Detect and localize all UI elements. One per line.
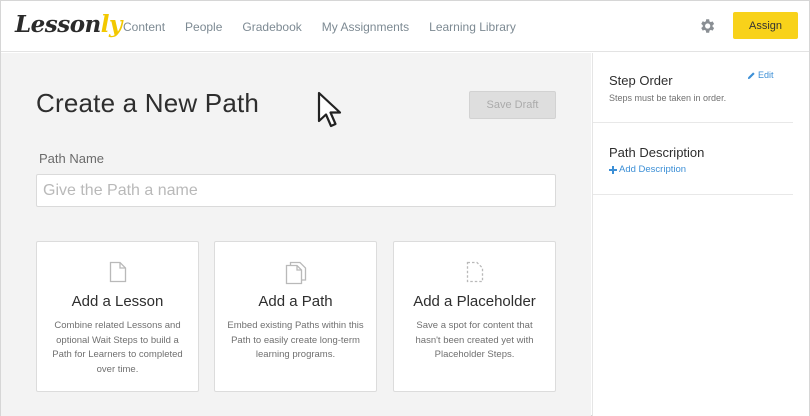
plus-icon <box>609 165 617 174</box>
nav-item-content[interactable]: Content <box>123 20 165 34</box>
add-lesson-card[interactable]: Add a Lesson Combine related Lessons and… <box>36 241 199 392</box>
main-content: Create a New Path Save Draft Path Name A… <box>1 53 591 416</box>
card-title: Add a Lesson <box>71 293 164 310</box>
add-description-link[interactable]: Add Description <box>609 164 686 175</box>
card-description: Save a spot for content that hasn't been… <box>415 320 534 360</box>
card-description: Combine related Lessons and optional Wai… <box>52 320 183 375</box>
path-name-label: Path Name <box>39 151 105 166</box>
nav-item-people[interactable]: People <box>185 20 222 34</box>
main-nav: Content People Gradebook My Assignments … <box>113 1 526 52</box>
gear-icon[interactable] <box>698 17 716 35</box>
nav-item-my-assignments[interactable]: My Assignments <box>322 20 409 34</box>
right-sidebar: Step Order Edit Steps must be taken in o… <box>592 53 809 416</box>
card-title: Add a Path <box>258 293 333 310</box>
card-title: Add a Placeholder <box>413 293 536 310</box>
path-description-title: Path Description <box>609 145 705 160</box>
assign-button[interactable]: Assign <box>733 12 798 39</box>
copy-icon <box>285 261 306 285</box>
top-nav-bar: Lessonly Content People Gradebook My Ass… <box>1 1 809 52</box>
path-name-input[interactable] <box>36 174 556 207</box>
mouse-cursor-icon <box>317 91 342 128</box>
page-title: Create a New Path <box>36 88 260 118</box>
save-draft-button[interactable]: Save Draft <box>469 91 556 119</box>
edit-step-order-link[interactable]: Edit <box>747 70 774 80</box>
nav-item-gradebook[interactable]: Gradebook <box>242 20 301 34</box>
edit-label: Edit <box>758 70 774 80</box>
add-description-label: Add Description <box>619 164 687 175</box>
add-placeholder-card[interactable]: Add a Placeholder Save a spot for conten… <box>393 241 556 392</box>
logo-text-main: Lesson <box>15 11 101 38</box>
step-order-section: Step Order Edit Steps must be taken in o… <box>593 53 793 123</box>
card-description: Embed existing Paths within this Path to… <box>227 320 364 360</box>
document-icon <box>109 261 126 283</box>
nav-item-learning-library[interactable]: Learning Library <box>429 20 516 34</box>
step-order-title: Step Order <box>609 73 673 88</box>
add-path-card[interactable]: Add a Path Embed existing Paths within t… <box>214 241 377 392</box>
dashed-document-icon <box>466 261 483 283</box>
path-description-section: Path Description <box>593 123 793 195</box>
pencil-icon <box>747 71 755 79</box>
step-order-subtitle: Steps must be taken in order. <box>609 93 727 103</box>
lessonly-logo[interactable]: Lessonly <box>15 11 122 41</box>
